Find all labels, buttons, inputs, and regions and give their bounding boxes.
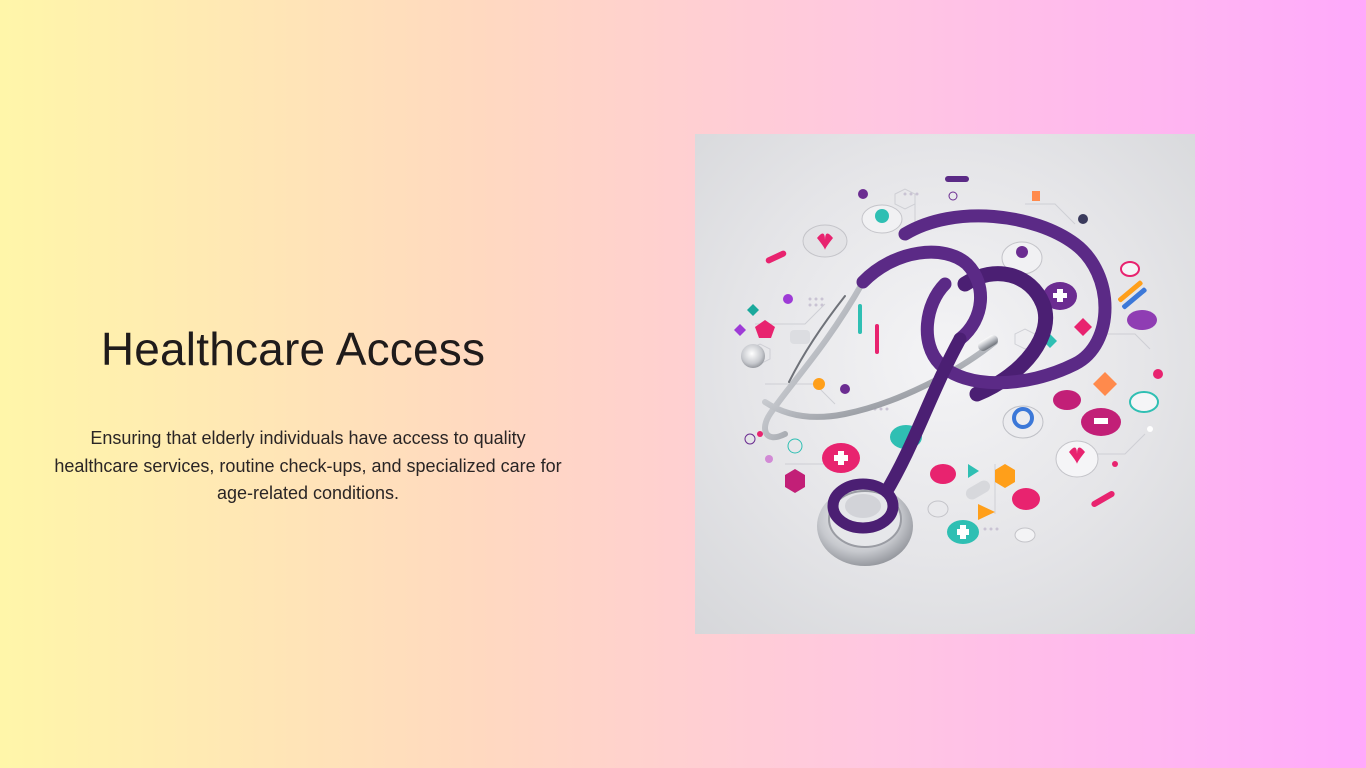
slide-title: Healthcare Access (100, 323, 486, 375)
chest-piece (817, 478, 913, 566)
slide: Healthcare Access Ensuring that elderly … (0, 0, 1366, 768)
stethoscope-illustration (695, 134, 1195, 634)
stethoscope-icon (734, 176, 1163, 566)
slide-body-text: Ensuring that elderly individuals have a… (54, 428, 562, 503)
ear-tip (741, 344, 765, 368)
stethoscope-tubing (762, 209, 1112, 501)
